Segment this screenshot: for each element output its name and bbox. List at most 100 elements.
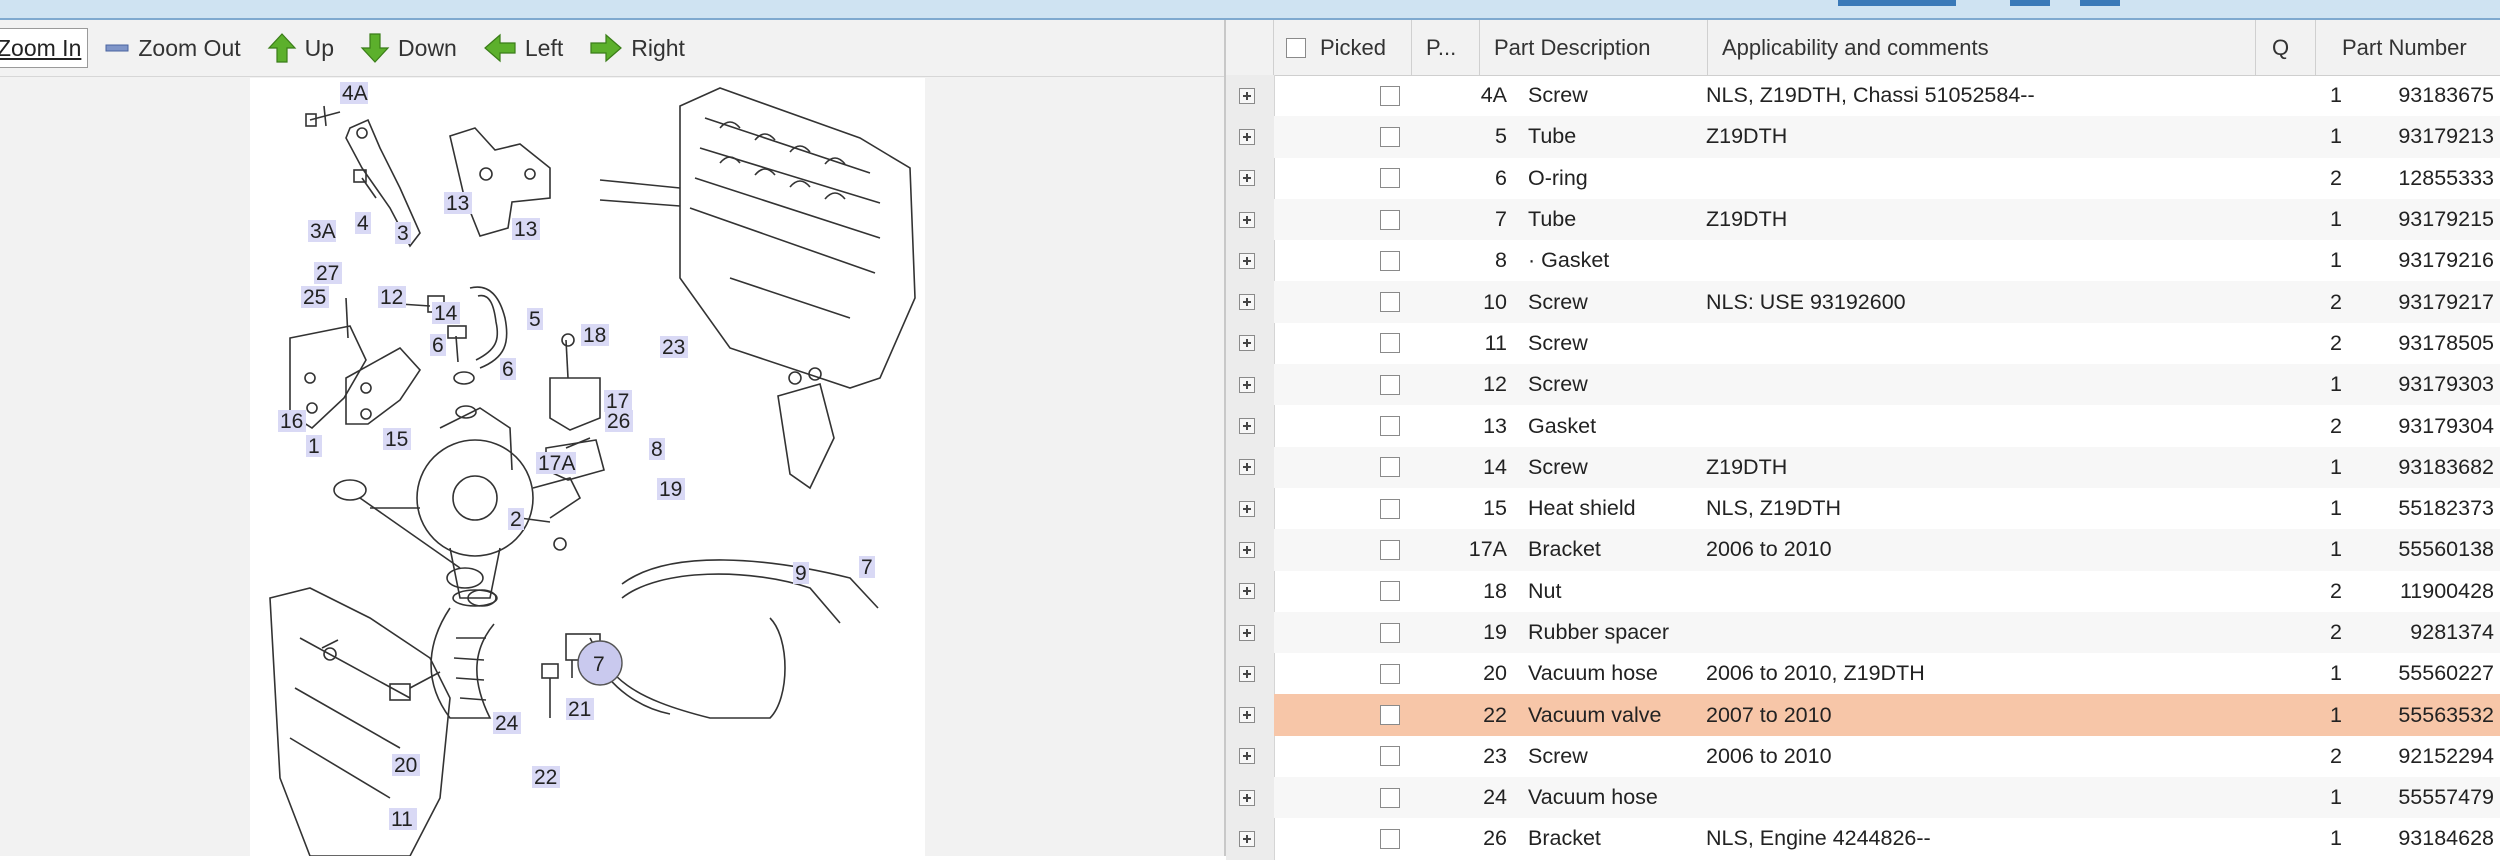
callout-11[interactable]: 11 xyxy=(389,808,417,831)
callout-9[interactable]: 9 xyxy=(793,562,809,585)
picked-checkbox[interactable] xyxy=(1380,622,1400,643)
highlighted-callout-label[interactable]: 7 xyxy=(593,653,605,676)
callout-17A[interactable]: 17A xyxy=(536,452,576,475)
pan-up-button[interactable]: Up xyxy=(267,32,334,64)
callout-7[interactable]: 7 xyxy=(859,556,875,579)
picked-checkbox[interactable] xyxy=(1380,581,1400,602)
expand-plus-icon[interactable] xyxy=(1239,500,1255,517)
callout-4A[interactable]: 4A xyxy=(340,82,368,105)
expand-plus-icon[interactable] xyxy=(1239,748,1255,765)
table-row[interactable]: 8 · Gasket 1 93179216 xyxy=(1226,240,2500,282)
table-row[interactable]: 23 Screw 2006 to 2010 2 92152294 xyxy=(1226,735,2500,778)
picked-checkbox[interactable] xyxy=(1380,168,1400,189)
picked-checkbox[interactable] xyxy=(1380,746,1400,767)
callout-13[interactable]: 13 xyxy=(512,218,540,241)
callout-18[interactable]: 18 xyxy=(581,324,609,347)
callout-13[interactable]: 13 xyxy=(444,192,472,215)
expand-plus-icon[interactable] xyxy=(1239,583,1255,600)
table-row[interactable]: 4A Screw NLS, Z19DTH, Chassi 51052584-- 1 93… xyxy=(1226,75,2500,117)
table-row[interactable]: 18 Nut 2 11900428 xyxy=(1226,570,2500,612)
table-row[interactable]: 14 Screw Z19DTH 1 93183682 xyxy=(1226,446,2500,488)
callout-4[interactable]: 4 xyxy=(355,212,371,235)
expand-plus-icon[interactable] xyxy=(1239,418,1255,435)
callout-14[interactable]: 14 xyxy=(432,302,460,325)
callout-21[interactable]: 21 xyxy=(566,698,594,721)
callout-27[interactable]: 27 xyxy=(314,262,342,285)
callout-20[interactable]: 20 xyxy=(392,754,420,777)
header-quantity[interactable]: Q xyxy=(2256,20,2316,75)
header-applicability[interactable]: Applicability and comments xyxy=(1708,20,2256,75)
zoom-in-button[interactable]: Zoom In xyxy=(0,28,89,68)
expand-plus-icon[interactable] xyxy=(1239,87,1255,104)
callout-15[interactable]: 15 xyxy=(383,428,411,451)
exploded-parts-diagram[interactable]: 4A 3A 4 3 13 13 27 12 25 14 5 6 6 18 23 17 26 16 15 1 8 17A 19… xyxy=(250,78,925,856)
picked-checkbox[interactable] xyxy=(1380,374,1400,395)
zoom-out-button[interactable]: Zoom Out xyxy=(104,35,241,62)
picked-checkbox[interactable] xyxy=(1380,209,1400,230)
pan-down-button[interactable]: Down xyxy=(360,32,457,64)
pan-left-button[interactable]: Left xyxy=(483,33,563,63)
callout-5[interactable]: 5 xyxy=(527,308,543,331)
expand-plus-icon[interactable] xyxy=(1239,376,1255,393)
expand-plus-icon[interactable] xyxy=(1239,459,1255,476)
table-row[interactable]: 7 Tube Z19DTH 1 93179215 xyxy=(1226,198,2500,241)
picked-checkbox[interactable] xyxy=(1380,539,1400,560)
expand-plus-icon[interactable] xyxy=(1239,707,1255,724)
callout-6[interactable]: 6 xyxy=(500,358,516,381)
table-row[interactable]: 11 Screw 2 93178505 xyxy=(1226,322,2500,365)
picked-checkbox[interactable] xyxy=(1380,85,1400,106)
select-all-checkbox[interactable] xyxy=(1286,38,1306,58)
expand-plus-icon[interactable] xyxy=(1239,789,1255,806)
picked-checkbox[interactable] xyxy=(1380,126,1400,147)
picked-checkbox[interactable] xyxy=(1380,828,1400,849)
callout-2[interactable]: 2 xyxy=(508,508,524,531)
table-row[interactable]: 17A Bracket 2006 to 2010 1 55560138 xyxy=(1226,529,2500,571)
expand-plus-icon[interactable] xyxy=(1239,211,1255,228)
callout-8[interactable]: 8 xyxy=(649,438,665,461)
table-row[interactable]: 13 Gasket 2 93179304 xyxy=(1226,405,2500,447)
expand-plus-icon[interactable] xyxy=(1239,128,1255,145)
picked-checkbox[interactable] xyxy=(1380,250,1400,271)
callout-3[interactable]: 3 xyxy=(395,222,411,245)
callout-26[interactable]: 26 xyxy=(605,410,633,433)
callout-6[interactable]: 6 xyxy=(430,334,446,357)
table-row[interactable]: 20 Vacuum hose 2006 to 2010, Z19DTH 1 555602… xyxy=(1226,653,2500,695)
header-part-description[interactable]: Part Description xyxy=(1480,20,1708,75)
header-position[interactable]: P... xyxy=(1412,20,1480,75)
callout-3A[interactable]: 3A xyxy=(308,220,336,243)
expand-plus-icon[interactable] xyxy=(1239,252,1255,269)
picked-checkbox[interactable] xyxy=(1380,333,1400,354)
picked-checkbox[interactable] xyxy=(1380,787,1400,808)
expand-plus-icon[interactable] xyxy=(1239,624,1255,641)
callout-19[interactable]: 19 xyxy=(657,478,685,501)
expand-plus-icon[interactable] xyxy=(1239,665,1255,682)
table-row[interactable]: 6 O-ring 2 12855333 xyxy=(1226,157,2500,199)
table-row[interactable]: 22 Vacuum valve 2007 to 2010 1 55563532 xyxy=(1226,694,2500,736)
picked-checkbox[interactable] xyxy=(1380,292,1400,313)
table-row[interactable]: 10 Screw NLS: USE 93192600 2 93179217 xyxy=(1226,281,2500,323)
picked-checkbox[interactable] xyxy=(1380,498,1400,519)
callout-16[interactable]: 16 xyxy=(278,410,306,433)
picked-checkbox[interactable] xyxy=(1380,663,1400,684)
table-row[interactable]: 12 Screw 1 93179303 xyxy=(1226,364,2500,406)
table-row[interactable]: 24 Vacuum hose 1 55557479 xyxy=(1226,777,2500,819)
table-row[interactable]: 26 Bracket NLS, Engine 4244826-- 1 93184628 xyxy=(1226,818,2500,860)
table-row[interactable]: 19 Rubber spacer 2 9281374 xyxy=(1226,611,2500,654)
header-part-number[interactable]: Part Number xyxy=(2316,20,2500,75)
picked-checkbox[interactable] xyxy=(1380,705,1400,726)
expand-plus-icon[interactable] xyxy=(1239,541,1255,558)
header-picked[interactable]: Picked xyxy=(1274,20,1412,75)
expand-plus-icon[interactable] xyxy=(1239,335,1255,352)
callout-1[interactable]: 1 xyxy=(306,435,322,458)
expand-plus-icon[interactable] xyxy=(1239,170,1255,187)
picked-checkbox[interactable] xyxy=(1380,416,1400,437)
callout-24[interactable]: 24 xyxy=(493,712,521,735)
table-row[interactable]: 15 Heat shield NLS, Z19DTH 1 55182373 xyxy=(1226,487,2500,530)
callout-23[interactable]: 23 xyxy=(660,336,688,359)
callout-12[interactable]: 12 xyxy=(378,286,406,309)
expand-plus-icon[interactable] xyxy=(1239,294,1255,311)
expand-plus-icon[interactable] xyxy=(1239,830,1255,847)
callout-22[interactable]: 22 xyxy=(532,766,560,789)
callout-25[interactable]: 25 xyxy=(301,286,329,309)
pan-right-button[interactable]: Right xyxy=(589,33,685,63)
